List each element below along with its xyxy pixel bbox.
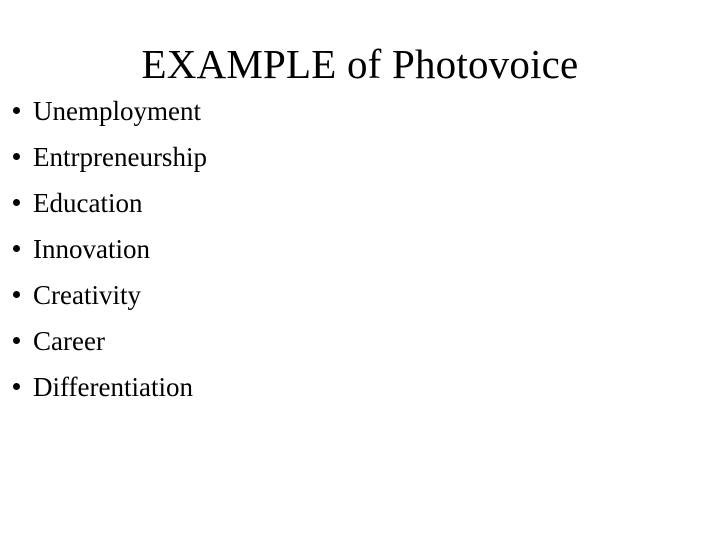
bullet-dot-icon	[13, 383, 20, 390]
page-title: EXAMPLE of Photovoice	[141, 41, 579, 87]
list-item-label: Differentiation	[33, 372, 193, 402]
presentation-slide: EXAMPLE of Photovoice Unemployment Entrp…	[0, 0, 720, 540]
list-item-label: Entrpreneurship	[33, 142, 207, 172]
list-item: Creativity	[0, 280, 420, 326]
bullet-dot-icon	[13, 199, 20, 206]
bullet-dot-icon	[13, 291, 20, 298]
list-item-label: Unemployment	[33, 96, 201, 126]
list-item-label: Education	[33, 188, 143, 218]
list-item: Career	[0, 326, 420, 372]
list-item-label: Career	[33, 326, 105, 356]
bullet-dot-icon	[13, 107, 20, 114]
list-item-label: Creativity	[33, 280, 141, 310]
list-item: Innovation	[0, 234, 420, 280]
bullet-list: Unemployment Entrpreneurship Education I…	[0, 96, 420, 418]
list-item-label: Innovation	[33, 234, 150, 264]
bullet-dot-icon	[13, 245, 20, 252]
list-item: Unemployment	[0, 96, 420, 142]
list-item: Differentiation	[0, 372, 420, 418]
bullet-dot-icon	[13, 337, 20, 344]
bullet-dot-icon	[13, 153, 20, 160]
list-item: Education	[0, 188, 420, 234]
list-item: Entrpreneurship	[0, 142, 420, 188]
